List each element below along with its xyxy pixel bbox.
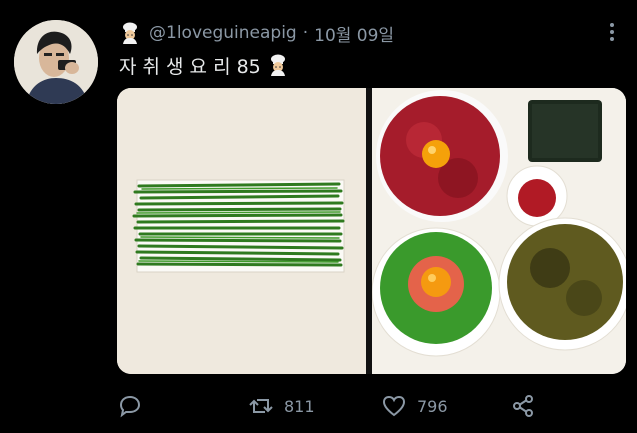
user-handle[interactable]: @1loveguineapig	[149, 23, 297, 43]
like-button[interactable]: 796	[381, 388, 448, 424]
more-options-button[interactable]	[598, 18, 626, 46]
chef-emoji-icon	[123, 22, 137, 44]
tweet-date[interactable]: 10월 09일	[314, 21, 394, 46]
action-bar: 811 796	[117, 388, 626, 424]
photo-dishes[interactable]	[372, 88, 626, 374]
heart-icon	[382, 395, 406, 417]
reply-button[interactable]	[117, 388, 143, 424]
avatar[interactable]	[14, 20, 98, 104]
retweet-count: 811	[284, 396, 315, 416]
dishes-photo-illustration	[372, 88, 626, 374]
retweet-icon	[249, 399, 273, 413]
tweet-text: 자 취 생 요 리 85	[119, 50, 297, 80]
separator-dot: ·	[302, 23, 309, 43]
photo-chives[interactable]	[117, 88, 366, 374]
share-button[interactable]	[510, 388, 536, 424]
retweet-button[interactable]: 811	[248, 388, 315, 424]
more-options-icon	[610, 23, 614, 41]
tweet-text-content: 자 취 생 요 리 85	[119, 55, 261, 78]
like-count: 796	[417, 396, 448, 416]
avatar-illustration	[14, 20, 98, 104]
share-icon	[513, 395, 533, 417]
chef-emoji-icon	[270, 54, 285, 76]
reply-icon	[119, 395, 141, 418]
tweet-media[interactable]	[117, 88, 626, 374]
tweet-header: @1loveguineapig · 10월 09일	[119, 20, 394, 46]
chives-photo-illustration	[117, 88, 366, 374]
